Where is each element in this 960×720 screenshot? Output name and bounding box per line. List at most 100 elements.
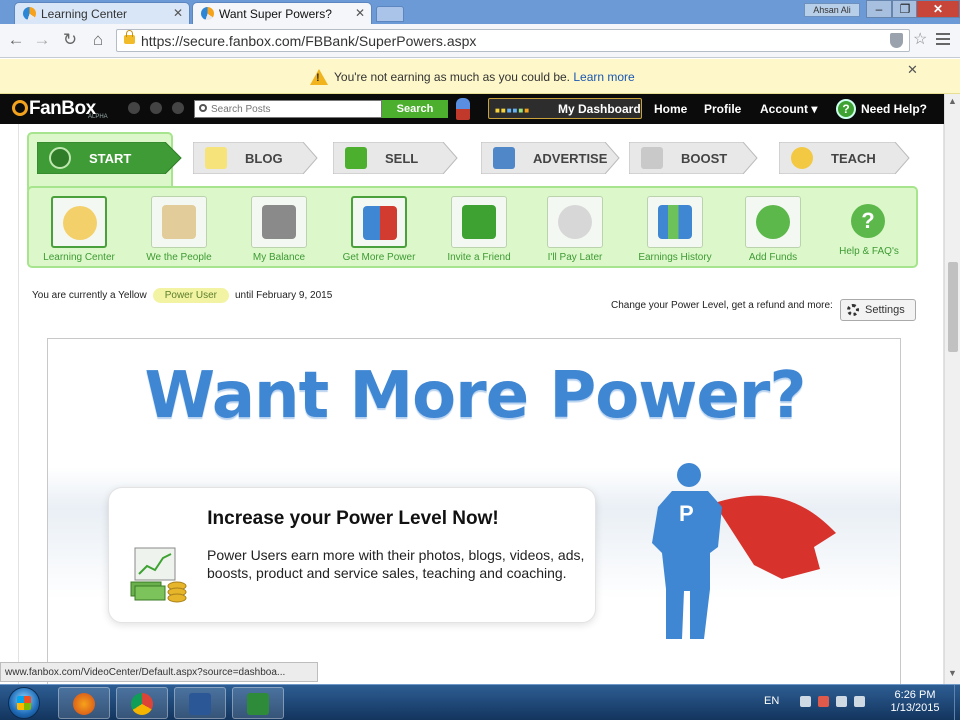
- tray-arrow-icon[interactable]: [800, 696, 811, 707]
- nav-home-link[interactable]: Home: [654, 102, 687, 116]
- my-dashboard-button[interactable]: ■■■■■■ My Dashboard: [488, 98, 642, 119]
- search-input[interactable]: [211, 102, 379, 116]
- windows-taskbar: EN 6:26 PM 1/13/2015: [0, 684, 960, 720]
- logo-alpha-tag: ALPHA: [88, 114, 108, 120]
- window-close-button[interactable]: ✕: [916, 0, 960, 18]
- superhero-figure-icon: P: [652, 463, 836, 639]
- sub-item-earnings-history[interactable]: Earnings History: [627, 194, 723, 264]
- new-tab-button[interactable]: [376, 6, 404, 22]
- logo-ring-icon: [12, 100, 28, 116]
- help-icon: ?: [851, 204, 885, 238]
- hero-emblem-letter: P: [679, 501, 694, 526]
- camtasia-icon: [247, 693, 269, 715]
- minimize-button[interactable]: –: [866, 0, 892, 18]
- envelope-icon: [462, 205, 496, 239]
- sub-item-add-funds[interactable]: Add Funds: [725, 194, 821, 264]
- sub-item-learning-center[interactable]: Learning Center: [31, 194, 127, 264]
- step-sell[interactable]: SELL: [333, 142, 459, 174]
- language-indicator[interactable]: EN: [764, 695, 779, 707]
- card-title: Increase your Power Level Now!: [207, 508, 499, 529]
- browser-menu-icon[interactable]: [936, 33, 950, 45]
- sub-item-get-more-power[interactable]: Get More Power: [331, 194, 427, 264]
- tray-monitor-icon[interactable]: [836, 696, 847, 707]
- superhero-icon: [363, 206, 397, 240]
- sub-item-help-faq[interactable]: ? Help & FAQ's: [821, 194, 917, 264]
- tray-flag-icon[interactable]: [818, 696, 829, 707]
- help-icon[interactable]: ?: [836, 99, 856, 119]
- system-clock[interactable]: 6:26 PM 1/13/2015: [880, 689, 950, 715]
- camtasia-taskbar-button[interactable]: [232, 687, 284, 719]
- close-tab-icon[interactable]: ✕: [173, 6, 183, 20]
- site-nav: FanBox ALPHA Search ■■■■■■ My Dashboard …: [0, 94, 944, 124]
- firefox-taskbar-button[interactable]: [58, 687, 110, 719]
- add-funds-icon: [756, 205, 790, 239]
- card-description: Power Users earn more with their photos,…: [207, 547, 585, 581]
- banner-headline: Want More Power?: [144, 359, 807, 433]
- scroll-down-arrow-icon[interactable]: ▼: [948, 668, 957, 678]
- shield-icon[interactable]: [890, 33, 903, 48]
- globe-icon[interactable]: [172, 102, 184, 114]
- search-button[interactable]: Search: [382, 100, 448, 118]
- link-status-bar: www.fanbox.com/VideoCenter/Default.aspx?…: [0, 662, 318, 682]
- superhero-icon[interactable]: [456, 98, 470, 120]
- clock-date: 1/13/2015: [890, 702, 940, 714]
- address-bar[interactable]: https://secure.fanbox.com/FBBank/SuperPo…: [116, 29, 910, 52]
- dashboard-level-icon: ■■■■■■: [495, 106, 531, 115]
- blog-notepad-icon: [205, 147, 227, 169]
- step-start[interactable]: START: [37, 142, 183, 174]
- fanbox-favicon-icon: [201, 7, 214, 20]
- word-taskbar-button[interactable]: [174, 687, 226, 719]
- search-box: [194, 100, 382, 118]
- back-arrow-icon[interactable]: ←: [6, 30, 26, 50]
- need-help-link[interactable]: Need Help?: [861, 102, 927, 116]
- browser-tab-strip: Learning Center ✕ Want Super Powers? ✕ A…: [0, 0, 960, 24]
- close-tab-icon[interactable]: ✕: [355, 6, 365, 20]
- power-icon: [49, 147, 71, 169]
- store-icon: [345, 147, 367, 169]
- fanbox-logo[interactable]: FanBox: [12, 98, 96, 120]
- step-boost[interactable]: BOOST: [629, 142, 759, 174]
- bar-chart-icon: [658, 205, 692, 239]
- reload-icon[interactable]: ↻: [60, 30, 80, 50]
- nav-account-menu[interactable]: Account ▾: [760, 102, 817, 116]
- boost-chart-icon: [641, 147, 663, 169]
- people-icon[interactable]: [128, 102, 140, 114]
- show-desktop-button[interactable]: [954, 685, 960, 720]
- browser-user-badge[interactable]: Ahsan Ali: [804, 3, 860, 17]
- chrome-taskbar-button[interactable]: [116, 687, 168, 719]
- bookmark-star-icon[interactable]: ☆: [913, 29, 927, 49]
- teacher-icon: [63, 206, 97, 240]
- lock-icon[interactable]: [150, 102, 162, 114]
- windows-start-button[interactable]: [8, 687, 40, 719]
- tab-learning-center[interactable]: Learning Center ✕: [14, 2, 190, 24]
- close-icon[interactable]: ✕: [907, 62, 918, 78]
- step-advertise[interactable]: ADVERTISE: [481, 142, 621, 174]
- page-scrollbar[interactable]: ▲ ▼: [944, 94, 960, 684]
- learn-more-link[interactable]: Learn more: [573, 70, 634, 84]
- scroll-up-arrow-icon[interactable]: ▲: [948, 96, 957, 106]
- step-teach[interactable]: TEACH: [779, 142, 911, 174]
- nav-profile-link[interactable]: Profile: [704, 102, 741, 116]
- sub-item-invite-a-friend[interactable]: Invite a Friend: [431, 194, 527, 264]
- power-level-card[interactable]: Increase your Power Level Now! Power Use…: [108, 487, 596, 623]
- notice-text: You're not earning as much as you could …: [334, 70, 571, 84]
- chrome-icon: [131, 693, 153, 715]
- url-text: https://secure.fanbox.com/FBBank/SuperPo…: [141, 33, 477, 49]
- forward-arrow-icon[interactable]: →: [32, 30, 52, 50]
- home-icon[interactable]: ⌂: [88, 30, 108, 50]
- sub-item-my-balance[interactable]: My Balance: [231, 194, 327, 264]
- tray-volume-icon[interactable]: [854, 696, 865, 707]
- lock-icon: [124, 30, 135, 44]
- maximize-button[interactable]: ❐: [892, 0, 918, 18]
- sub-item-we-the-people[interactable]: We the People: [131, 194, 227, 264]
- word-icon: [189, 693, 211, 715]
- settings-button[interactable]: Settings: [840, 299, 916, 321]
- search-icon: [199, 104, 207, 112]
- sub-item-ill-pay-later[interactable]: I'll Pay Later: [527, 194, 623, 264]
- tab-want-super-powers[interactable]: Want Super Powers? ✕: [192, 2, 372, 24]
- scroll-thumb[interactable]: [948, 262, 958, 352]
- step-blog[interactable]: BLOG: [193, 142, 319, 174]
- browser-toolbar: ← → ↻ ⌂ https://secure.fanbox.com/FBBank…: [0, 24, 960, 58]
- main-content: START BLOG SELL ADVERTISE BOOST TEACH Le…: [18, 124, 944, 684]
- stopwatch-icon: [558, 205, 592, 239]
